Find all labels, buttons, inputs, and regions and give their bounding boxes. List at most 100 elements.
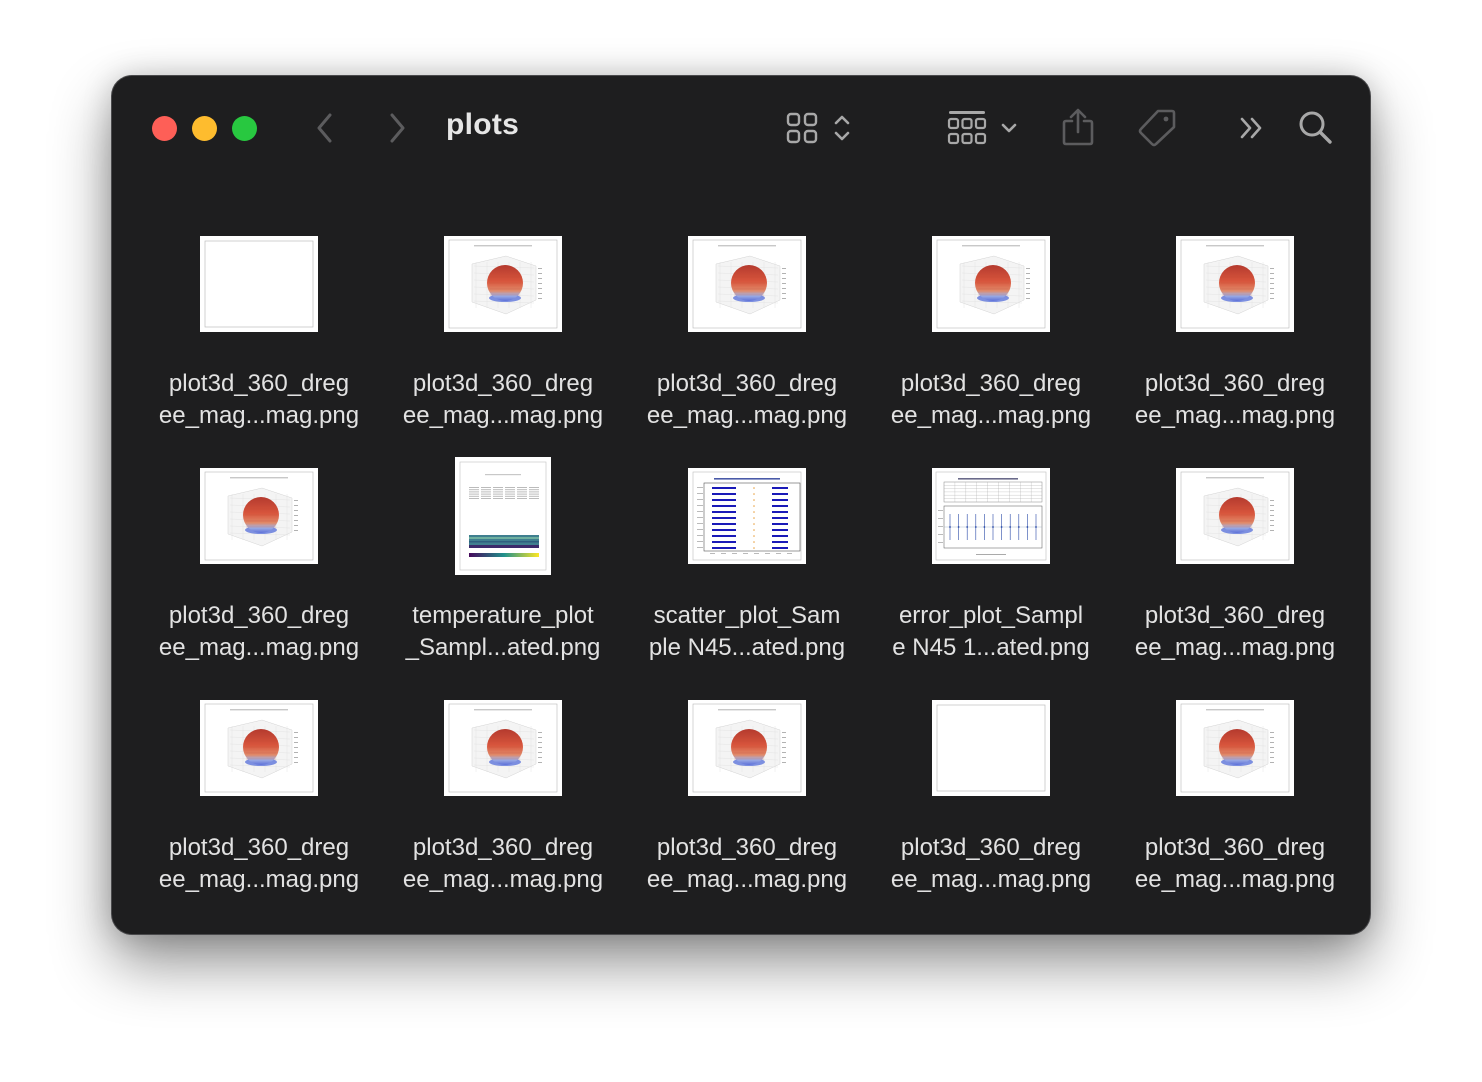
file-thumbnail[interactable] [688, 236, 806, 332]
file-thumbnail[interactable] [1176, 468, 1294, 564]
file-item[interactable]: scatter_plot_Sample N45...ated.png [625, 456, 869, 688]
double-chevron-right-icon[interactable] [1236, 112, 1268, 144]
file-name-line2: ee_mag...mag.png [646, 402, 848, 429]
zoom-button[interactable] [232, 116, 257, 141]
file-name-line2: ee_mag...mag.png [646, 866, 848, 893]
file-item[interactable]: error_plot_Sampl e N45 1...ated.png [869, 456, 1113, 688]
share-icon[interactable] [1058, 106, 1098, 148]
file-item[interactable]: plot3d_360_dreg ee_mag...mag.png [869, 688, 1113, 920]
file-name-line2: ee_mag...mag.png [402, 402, 604, 429]
file-name[interactable]: error_plot_Sampl e N45 1...ated.png [869, 600, 1113, 664]
file-name[interactable]: plot3d_360_dreg ee_mag...mag.png [137, 600, 381, 664]
file-name-line1: plot3d_360_dreg [1144, 370, 1326, 397]
file-name-line1: plot3d_360_dreg [656, 834, 838, 861]
file-thumbnail[interactable] [932, 700, 1050, 796]
search-icon[interactable] [1296, 108, 1334, 146]
toolbar: plots [112, 76, 1370, 180]
file-name[interactable]: plot3d_360_dreg ee_mag...mag.png [869, 368, 1113, 432]
file-thumbnail[interactable] [444, 700, 562, 796]
file-thumbnail-wrap [869, 224, 1113, 344]
file-thumbnail-wrap [137, 688, 381, 808]
file-thumbnail-wrap [1113, 456, 1357, 576]
file-name-line2: e N45 1...ated.png [892, 634, 1090, 661]
chevron-down-icon[interactable] [998, 116, 1020, 140]
file-name[interactable]: plot3d_360_dreg ee_mag...mag.png [625, 368, 869, 432]
file-thumbnail[interactable] [200, 236, 318, 332]
group-by-icon[interactable] [946, 108, 988, 148]
file-thumbnail-wrap [1113, 224, 1357, 344]
chevron-right-icon[interactable] [380, 110, 414, 146]
file-name-line2: ee_mag...mag.png [1134, 634, 1336, 661]
file-item[interactable]: plot3d_360_dreg ee_mag...mag.png [137, 224, 381, 456]
file-thumbnail-wrap [625, 688, 869, 808]
file-name[interactable]: plot3d_360_dreg ee_mag...mag.png [1113, 600, 1357, 664]
file-thumbnail-wrap [137, 224, 381, 344]
file-thumbnail-wrap [1113, 688, 1357, 808]
file-name-line1: scatter_plot_Sam [653, 602, 841, 629]
file-name-line1: temperature_plot [412, 602, 594, 629]
file-thumbnail[interactable] [1176, 700, 1294, 796]
file-thumbnail[interactable] [455, 457, 551, 575]
file-thumbnail-wrap [137, 456, 381, 576]
file-name-line2: ee_mag...mag.png [402, 866, 604, 893]
file-item[interactable]: plot3d_360_dreg ee_mag...mag.png [625, 688, 869, 920]
file-name-line2: ee_mag...mag.png [890, 402, 1092, 429]
file-thumbnail-wrap [869, 456, 1113, 576]
file-name-line1: plot3d_360_dreg [168, 834, 350, 861]
file-name[interactable]: plot3d_360_dreg ee_mag...mag.png [625, 832, 869, 896]
file-thumbnail-wrap [869, 688, 1113, 808]
file-name-line2: ee_mag...mag.png [158, 634, 360, 661]
file-thumbnail[interactable] [688, 468, 806, 564]
file-name-line1: plot3d_360_dreg [168, 602, 350, 629]
file-item[interactable]: plot3d_360_dreg ee_mag...mag.png [869, 224, 1113, 456]
finder-window: plots plot3d_360_dreg ee_mag...mag.png p… [112, 76, 1370, 934]
file-name-line2: ple N45...ated.png [648, 634, 846, 661]
file-name[interactable]: plot3d_360_dreg ee_mag...mag.png [137, 832, 381, 896]
file-item[interactable]: plot3d_360_dreg ee_mag...mag.png [1113, 456, 1357, 688]
file-item[interactable]: plot3d_360_dreg ee_mag...mag.png [381, 224, 625, 456]
file-item[interactable]: plot3d_360_dreg ee_mag...mag.png [1113, 224, 1357, 456]
file-name-line1: plot3d_360_dreg [1144, 602, 1326, 629]
file-name-line2: ee_mag...mag.png [890, 866, 1092, 893]
file-thumbnail[interactable] [200, 700, 318, 796]
window-title: plots [446, 108, 520, 141]
file-name-line1: plot3d_360_dreg [412, 834, 594, 861]
file-name-line2: ee_mag...mag.png [1134, 866, 1336, 893]
file-name-line1: plot3d_360_dreg [900, 834, 1082, 861]
file-item[interactable]: temperature_plot _Sampl...ated.png [381, 456, 625, 688]
grid-view-icon[interactable] [784, 110, 820, 146]
file-name[interactable]: plot3d_360_dreg ee_mag...mag.png [1113, 368, 1357, 432]
file-item[interactable]: plot3d_360_dreg ee_mag...mag.png [625, 224, 869, 456]
close-button[interactable] [152, 116, 177, 141]
file-name[interactable]: plot3d_360_dreg ee_mag...mag.png [381, 368, 625, 432]
file-name-line2: ee_mag...mag.png [1134, 402, 1336, 429]
file-thumbnail[interactable] [932, 236, 1050, 332]
file-thumbnail[interactable] [932, 468, 1050, 564]
chevron-left-icon[interactable] [308, 110, 342, 146]
file-name[interactable]: plot3d_360_dreg ee_mag...mag.png [137, 368, 381, 432]
minimize-button[interactable] [192, 116, 217, 141]
file-item[interactable]: plot3d_360_dreg ee_mag...mag.png [381, 688, 625, 920]
file-name-line1: plot3d_360_dreg [412, 370, 594, 397]
file-name[interactable]: plot3d_360_dreg ee_mag...mag.png [869, 832, 1113, 896]
file-name-line2: ee_mag...mag.png [158, 402, 360, 429]
chevron-up-down-icon[interactable] [830, 110, 854, 146]
file-thumbnail[interactable] [1176, 236, 1294, 332]
file-thumbnail-wrap [625, 456, 869, 576]
file-thumbnail-wrap [381, 456, 625, 576]
file-thumbnail[interactable] [200, 468, 318, 564]
file-name-line1: plot3d_360_dreg [656, 370, 838, 397]
file-item[interactable]: plot3d_360_dreg ee_mag...mag.png [1113, 688, 1357, 920]
file-item[interactable]: plot3d_360_dreg ee_mag...mag.png [137, 456, 381, 688]
file-name[interactable]: plot3d_360_dreg ee_mag...mag.png [381, 832, 625, 896]
file-name[interactable]: temperature_plot _Sampl...ated.png [381, 600, 625, 664]
file-name[interactable]: scatter_plot_Sample N45...ated.png [625, 600, 869, 664]
file-thumbnail[interactable] [688, 700, 806, 796]
file-name[interactable]: plot3d_360_dreg ee_mag...mag.png [1113, 832, 1357, 896]
file-item[interactable]: plot3d_360_dreg ee_mag...mag.png [137, 688, 381, 920]
file-thumbnail[interactable] [444, 236, 562, 332]
tag-icon[interactable] [1134, 106, 1180, 148]
file-name-line2: ee_mag...mag.png [158, 866, 360, 893]
file-thumbnail-wrap [625, 224, 869, 344]
file-name-line1: plot3d_360_dreg [168, 370, 350, 397]
